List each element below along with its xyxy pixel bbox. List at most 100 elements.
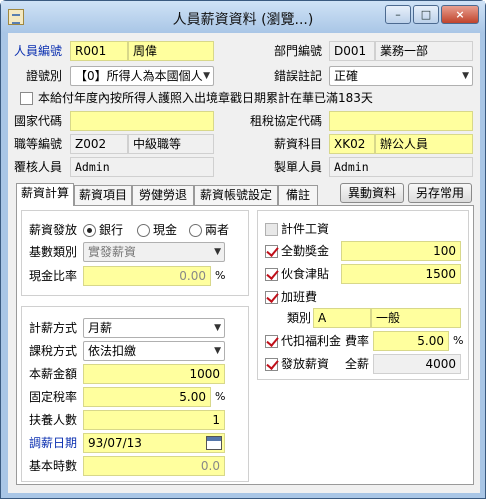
base-hours-label: 基本時數 <box>29 459 78 473</box>
id-type-select[interactable]: 【0】所得人為本國個人 ▼ <box>70 66 214 86</box>
tab-bank-account[interactable]: 薪資帳號設定 <box>194 185 278 205</box>
emp-name-field[interactable]: 周偉 <box>128 41 214 61</box>
pay-both-label: 兩者 <box>205 223 230 237</box>
accum-183-checkbox[interactable] <box>20 92 33 105</box>
adjust-date-field[interactable]: 93/07/13 <box>83 433 225 453</box>
maximize-button[interactable]: □ <box>413 5 439 24</box>
salary-item-no-field[interactable]: XK02 <box>329 134 375 154</box>
tab-salary-items[interactable]: 薪資項目 <box>74 185 132 205</box>
tab-notes[interactable]: 備註 <box>278 185 318 205</box>
dept-name-field[interactable]: 業務一部 <box>375 41 473 61</box>
fixed-tax-unit: % <box>215 390 226 403</box>
grade-label: 職等編號 <box>14 137 63 151</box>
calc-method-value: 月薪 <box>88 321 113 335</box>
overtime-label: 加班費 <box>281 290 318 304</box>
attendance-bonus-checkbox[interactable] <box>265 245 278 258</box>
id-type-value: 【0】所得人為本國個人 <box>75 69 203 83</box>
welfare-rate-label: 費率 <box>345 334 370 348</box>
pay-cash-label: 現金 <box>153 223 178 237</box>
tax-method-label: 課稅方式 <box>29 344 78 358</box>
meal-allowance-label: 伙食津貼 <box>281 267 330 281</box>
fixed-tax-label: 固定稅率 <box>29 390 78 404</box>
title-bar[interactable]: 人員薪資資料 (瀏覽...) – □ × <box>1 1 485 33</box>
base-type-select[interactable]: 實發薪資 ▼ <box>83 242 225 262</box>
accum-183-label: 本給付年度內按所得人護照入出境章戳日期累計在華已滿183天 <box>38 91 373 105</box>
base-hours-field[interactable]: 0.0 <box>83 456 225 476</box>
base-salary-label: 本薪金額 <box>29 367 78 381</box>
salary-item-label: 薪資科目 <box>274 137 323 151</box>
tab-insurance-pension[interactable]: 勞健勞退 <box>132 185 194 205</box>
meal-allowance-checkbox[interactable] <box>265 268 278 281</box>
error-label: 錯誤註記 <box>274 69 323 83</box>
grade-name-field[interactable]: 中級職等 <box>128 134 214 154</box>
attendance-bonus-label: 全勤獎金 <box>281 244 330 258</box>
country-field[interactable] <box>70 111 214 131</box>
welfare-label: 代扣福利金 <box>281 334 342 348</box>
base-type-value: 實發薪資 <box>88 245 137 259</box>
error-value: 正確 <box>334 69 359 83</box>
chevron-down-icon: ▼ <box>214 323 221 333</box>
welfare-rate-unit: % <box>453 334 464 347</box>
tax-treaty-label: 租稅協定代碼 <box>250 114 323 128</box>
change-data-button[interactable]: 異動資料 <box>340 183 404 203</box>
pay-both-radio[interactable] <box>189 224 202 237</box>
tax-method-select[interactable]: 依法扣繳 ▼ <box>83 341 225 361</box>
form-body: 人員編號 R001 周偉 部門編號 D001 業務一部 證號別 【0】所得人為本… <box>8 33 480 493</box>
pay-bank-label: 銀行 <box>99 223 124 237</box>
adjust-date-label: 調薪日期 <box>29 436 78 450</box>
creator-label: 製單人員 <box>274 160 323 174</box>
country-label: 國家代碼 <box>14 114 63 128</box>
dept-no-field[interactable]: D001 <box>329 41 375 61</box>
emp-no-field[interactable]: R001 <box>70 41 128 61</box>
pay-method-label: 薪資發放 <box>29 223 78 237</box>
piece-wage-checkbox[interactable] <box>265 223 278 236</box>
close-button[interactable]: × <box>441 5 479 24</box>
calc-method-select[interactable]: 月薪 ▼ <box>83 318 225 338</box>
emp-no-label: 人員編號 <box>14 44 63 58</box>
chevron-down-icon: ▼ <box>214 247 221 257</box>
dependents-label: 扶養人數 <box>29 413 78 427</box>
meal-allowance-field[interactable]: 1500 <box>341 264 461 284</box>
salary-item-name-field[interactable]: 辦公人員 <box>375 134 473 154</box>
calc-method-label: 計薪方式 <box>29 321 78 335</box>
tax-treaty-field[interactable] <box>329 111 473 131</box>
dept-label: 部門編號 <box>274 44 323 58</box>
error-select[interactable]: 正確 ▼ <box>329 66 473 86</box>
welfare-rate-field[interactable]: 5.00 <box>373 331 449 351</box>
attendance-bonus-field[interactable]: 100 <box>341 241 461 261</box>
cash-ratio-label: 現金比率 <box>29 269 78 283</box>
overtime-type-name-field[interactable]: 一般 <box>371 308 461 328</box>
piece-wage-label: 計件工資 <box>281 222 330 236</box>
chevron-down-icon: ▼ <box>462 71 469 81</box>
window: 人員薪資資料 (瀏覽...) – □ × 人員編號 R001 周偉 部門編號 D… <box>0 0 486 499</box>
reviewer-field[interactable]: Admin <box>70 157 214 177</box>
chevron-down-icon: ▼ <box>214 346 221 356</box>
tab-salary-calc[interactable]: 薪資計算 <box>16 183 74 206</box>
welfare-checkbox[interactable] <box>265 335 278 348</box>
fixed-tax-field[interactable]: 5.00 <box>83 387 211 407</box>
pay-bank-radio[interactable] <box>83 224 96 237</box>
base-type-label: 基數類別 <box>29 245 78 259</box>
full-salary-label: 全薪 <box>345 357 370 371</box>
creator-field[interactable]: Admin <box>329 157 473 177</box>
reviewer-label: 覆核人員 <box>14 160 63 174</box>
pay-salary-label: 發放薪資 <box>281 357 330 371</box>
full-salary-field[interactable]: 4000 <box>373 354 461 374</box>
tab-panel: 薪資發放 銀行 現金 兩者 基數類別 實發薪資 ▼ 現金比率 0.00 % 計薪方… <box>16 205 474 485</box>
pay-cash-radio[interactable] <box>137 224 150 237</box>
base-salary-field[interactable]: 1000 <box>83 364 225 384</box>
minimize-button[interactable]: – <box>385 5 411 24</box>
id-type-label: 證號別 <box>26 69 63 83</box>
cash-ratio-unit: % <box>215 269 226 282</box>
save-as-common-button[interactable]: 另存常用 <box>408 183 472 203</box>
overtime-checkbox[interactable] <box>265 291 278 304</box>
cash-ratio-field[interactable]: 0.00 <box>83 266 211 286</box>
grade-no-field[interactable]: Z002 <box>70 134 128 154</box>
chevron-down-icon: ▼ <box>203 71 210 81</box>
tax-method-value: 依法扣繳 <box>88 344 137 358</box>
overtime-type-label: 類別 <box>287 311 312 325</box>
overtime-type-code-field[interactable]: A <box>313 308 371 328</box>
dependents-field[interactable]: 1 <box>83 410 225 430</box>
pay-salary-checkbox[interactable] <box>265 358 278 371</box>
calendar-icon[interactable] <box>206 436 222 450</box>
